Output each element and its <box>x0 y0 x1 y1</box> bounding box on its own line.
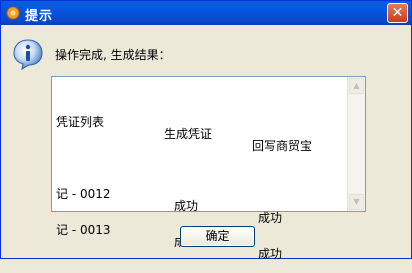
dialog-message: 操作完成, 生成结果： <box>55 48 171 62</box>
dialog-window: 提示 ✕ 操作完成, 生成结果： 凭证列表 生成凭证 回写商贸宝 记 - 001… <box>0 0 412 260</box>
result-content: 凭证列表 生成凭证 回写商贸宝 记 - 0012 成功 成功 记 - 0013 … <box>56 80 341 260</box>
header-generate-voucher: 生成凭证 <box>164 127 213 141</box>
chevron-up-icon: ▲ <box>353 81 360 90</box>
ok-button-label: 确定 <box>205 229 230 243</box>
scroll-up-button[interactable]: ▲ <box>349 78 364 94</box>
result-header-row: 凭证列表 生成凭证 回写商贸宝 <box>56 104 341 152</box>
spacer-row <box>56 140 341 152</box>
result-textarea[interactable]: 凭证列表 生成凭证 回写商贸宝 记 - 0012 成功 成功 记 - 0013 … <box>51 76 366 260</box>
app-icon <box>6 6 20 20</box>
chevron-down-icon: ▼ <box>353 197 360 206</box>
result-row: 记 - 0012 成功 成功 <box>56 176 341 224</box>
voucher-id: 记 - 0012 <box>56 187 111 201</box>
close-button[interactable]: ✕ <box>387 3 408 23</box>
result-row: 记 - 0013 成功 成功 <box>56 212 341 260</box>
header-voucher-list: 凭证列表 <box>56 115 105 129</box>
writeback-status: 成功 <box>258 247 283 261</box>
voucher-id: 记 - 0013 <box>56 223 111 237</box>
close-icon: ✕ <box>391 5 404 21</box>
vertical-scrollbar[interactable]: ▲ ▼ <box>347 77 365 211</box>
window-title: 提示 <box>25 9 54 24</box>
generate-status: 成功 <box>174 199 199 213</box>
ok-button[interactable]: 确定 <box>180 226 255 247</box>
scroll-down-button[interactable]: ▼ <box>349 194 364 210</box>
info-icon <box>13 39 43 70</box>
title-bar[interactable]: 提示 ✕ <box>1 1 411 25</box>
